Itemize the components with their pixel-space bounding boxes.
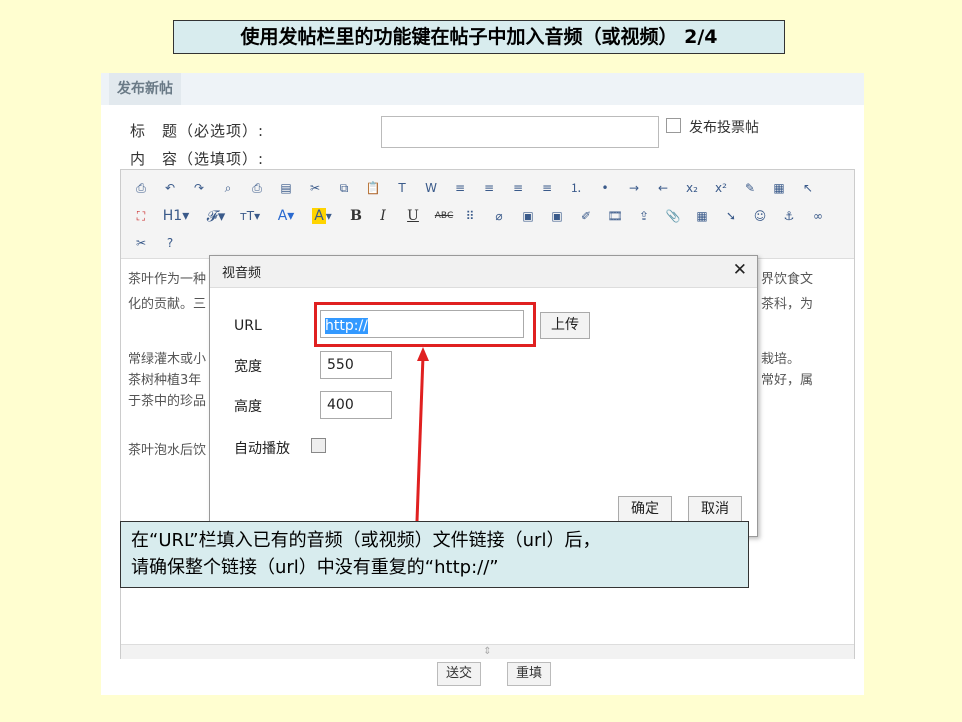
callout-arrow bbox=[415, 347, 429, 522]
callout-line: 在“URL”栏填入已有的音频（或视频）文件链接（url）后， bbox=[131, 530, 601, 551]
instruction-callout: 在“URL”栏填入已有的音频（或视频）文件链接（url）后， 请确保整个链接（u… bbox=[120, 521, 749, 588]
callout-line: 请确保整个链接（url）中没有重复的“http://” bbox=[131, 557, 499, 578]
